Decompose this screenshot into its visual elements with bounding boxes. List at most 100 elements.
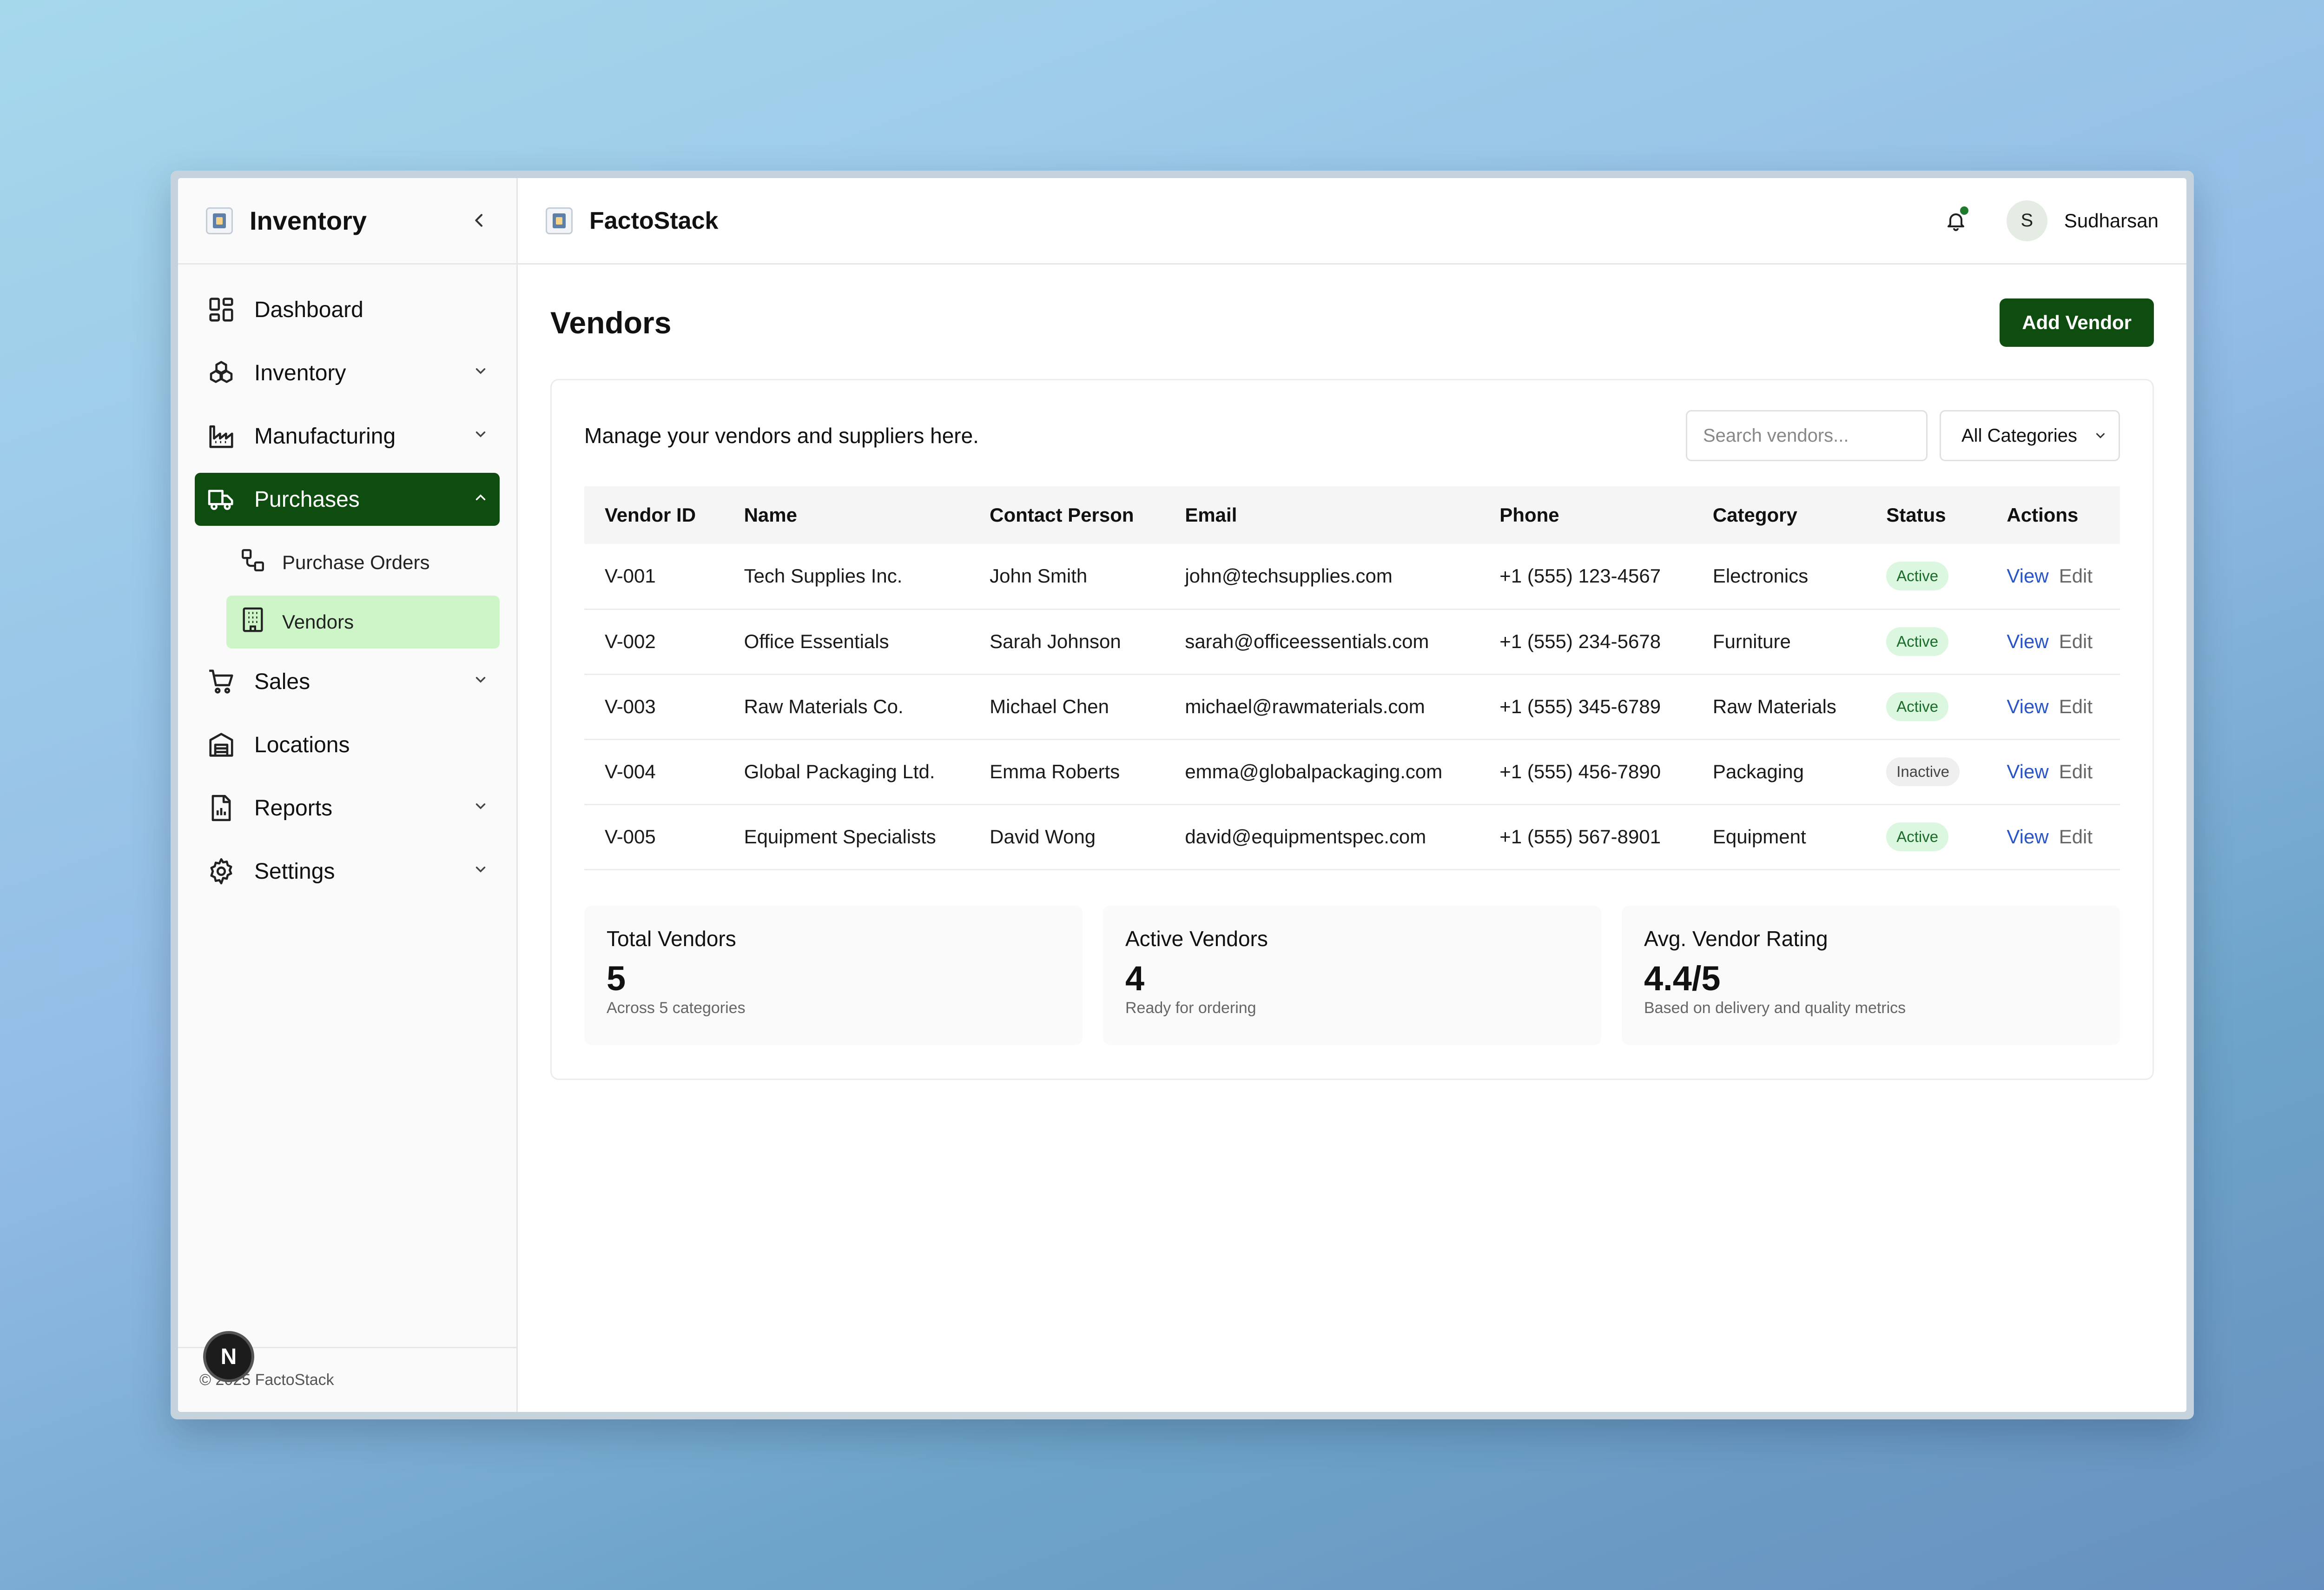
stat-subtext: Based on delivery and quality metrics [1644,999,1906,1017]
category-select-value: All Categories [1961,425,2078,446]
sidebar-item-dashboard[interactable]: Dashboard [195,283,500,336]
vendor-name: Office Essentials [723,609,970,675]
vendor-name: Raw Materials Co. [723,674,970,740]
status-cell: Active [1866,544,1987,610]
stat-label: Total Vendors [607,926,736,951]
chevron-up-icon [473,489,489,510]
column-header: Vendor ID [605,504,696,526]
column-header: Category [1712,504,1797,526]
sidebar-item-settings[interactable]: Settings [195,845,500,898]
view-link[interactable]: View [2007,696,2048,717]
sidebar-subitem-vendors[interactable]: Vendors [226,596,500,649]
page-description: Manage your vendors and suppliers here. [584,424,979,448]
sidebar-item-reports[interactable]: Reports [195,782,500,835]
brand-logo-icon [546,207,573,234]
sidebar-subitem-label: Purchase Orders [282,551,430,573]
vendor-email: emma@globalpackaging.com [1164,739,1479,805]
cart-icon [206,666,237,697]
edit-link[interactable]: Edit [2059,565,2093,587]
vendor-id: V-004 [584,739,724,805]
status-cell: Inactive [1866,739,1987,805]
vendor-contact: David Wong [969,804,1165,870]
vendor-contact: John Smith [969,544,1165,610]
edit-link[interactable]: Edit [2059,630,2093,652]
topbar: FactoStack S Sudharsan [518,178,2186,265]
vendor-phone: +1 (555) 456-7890 [1479,739,1692,805]
vendor-id: V-005 [584,804,724,870]
vendor-phone: +1 (555) 345-6789 [1479,674,1692,740]
sidebar-item-label: Reports [254,795,333,821]
vendor-phone: +1 (555) 234-5678 [1479,609,1692,675]
vendor-email: sarah@officeessentials.com [1164,609,1479,675]
notification-dot [1960,206,1968,215]
sidebar-item-label: Manufacturing [254,424,396,449]
sidebar-subitem-purchase-orders[interactable]: Purchase Orders [226,536,500,589]
vendor-category: Furniture [1692,609,1866,675]
stat-card-total-vendors: Total Vendors 5 Across 5 categories [584,905,1083,1045]
edit-link[interactable]: Edit [2059,761,2093,782]
main-area: FactoStack S Sudharsan Vendors Add Vendo… [518,178,2186,1412]
app-window: Inventory Dashboard Inventory Manufactur… [171,171,2194,1419]
vendors-table: Vendor ID Name Contact Person Email Phon… [584,486,2120,870]
user-name[interactable]: Sudharsan [2064,210,2159,232]
sidebar: Inventory Dashboard Inventory Manufactur… [178,178,518,1412]
sidebar-item-label: Sales [254,669,310,694]
edit-link[interactable]: Edit [2059,696,2093,717]
add-vendor-button[interactable]: Add Vendor [2000,298,2154,347]
view-link[interactable]: View [2007,826,2048,848]
vendor-name: Equipment Specialists [723,804,970,870]
vendor-category: Equipment [1692,804,1866,870]
view-link[interactable]: View [2007,630,2048,652]
card-toolbar: Manage your vendors and suppliers here. … [584,410,2120,461]
dev-tools-button[interactable]: N [203,1331,254,1382]
factory-icon [206,421,237,451]
sidebar-nav: Dashboard Inventory Manufacturing Purcha… [178,265,516,1347]
edit-link[interactable]: Edit [2059,826,2093,848]
table-header-row: Vendor ID Name Contact Person Email Phon… [584,486,2120,544]
table-row: V-001 Tech Supplies Inc. John Smith john… [584,544,2120,610]
warehouse-icon [206,729,237,760]
status-badge: Active [1886,822,1949,851]
flow-icon [239,547,266,578]
actions-cell: View Edit [1986,804,2120,870]
status-cell: Active [1866,804,1987,870]
stat-value: 4 [1125,959,1145,998]
stat-card-active-vendors: Active Vendors 4 Ready for ordering [1103,905,1601,1045]
vendor-phone: +1 (555) 567-8901 [1479,804,1692,870]
stat-subtext: Across 5 categories [607,999,746,1017]
dashboard-icon [206,294,237,325]
sidebar-item-label: Purchases [254,487,360,512]
table-row: V-004 Global Packaging Ltd. Emma Roberts… [584,739,2120,805]
avatar[interactable]: S [2006,200,2047,241]
status-badge: Inactive [1886,757,1960,786]
stat-value: 4.4/5 [1644,959,1721,998]
sidebar-item-label: Locations [254,732,350,757]
sidebar-item-label: Inventory [254,360,346,385]
search-input[interactable] [1686,410,1928,461]
vendor-id: V-002 [584,609,724,675]
actions-cell: View Edit [1986,544,2120,610]
sidebar-item-locations[interactable]: Locations [195,718,500,771]
chevron-down-icon [473,861,489,882]
sidebar-item-purchases[interactable]: Purchases [195,473,500,526]
sidebar-item-inventory[interactable]: Inventory [195,346,500,399]
sidebar-item-sales[interactable]: Sales [195,655,500,708]
stat-label: Active Vendors [1125,926,1268,951]
view-link[interactable]: View [2007,565,2048,587]
view-link[interactable]: View [2007,761,2048,782]
collapse-sidebar-button[interactable] [470,205,489,236]
column-header: Actions [2007,504,2079,526]
brand-name: FactoStack [589,207,719,234]
stat-value: 5 [607,959,626,998]
boxes-icon [206,358,237,388]
notifications-button[interactable] [1941,205,1971,236]
chevron-down-icon [473,426,489,447]
vendor-phone: +1 (555) 123-4567 [1479,544,1692,610]
sidebar-item-manufacturing[interactable]: Manufacturing [195,410,500,463]
stat-subtext: Ready for ordering [1125,999,1256,1017]
vendor-contact: Sarah Johnson [969,609,1165,675]
chevron-left-icon [475,214,482,227]
sidebar-header: Inventory [178,178,516,265]
column-header: Status [1886,504,1946,526]
category-select[interactable]: All Categories [1940,410,2120,461]
